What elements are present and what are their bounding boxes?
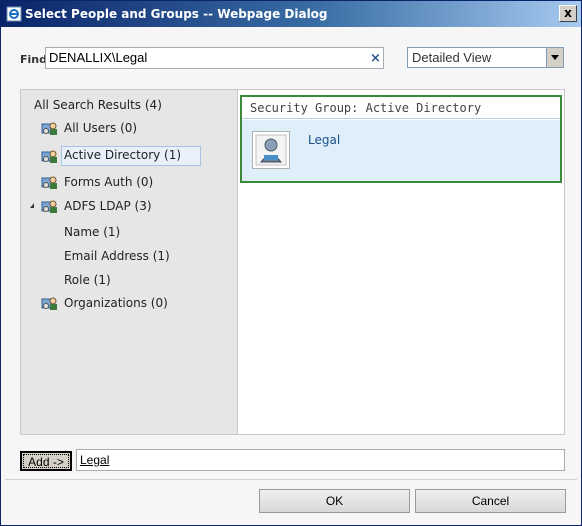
window-title: Select People and Groups -- Webpage Dial… (25, 7, 328, 21)
find-label: Find (20, 53, 47, 66)
tree-root-all-results[interactable]: All Search Results (4) (34, 98, 162, 112)
tree-subitem-role[interactable]: Role (1) (64, 273, 111, 287)
directory-icon (41, 200, 57, 213)
divider (5, 479, 577, 480)
ok-button[interactable]: OK (259, 489, 410, 513)
results-pane: Security Group: Active Directory Legal (237, 89, 565, 435)
title-bar[interactable]: Select People and Groups -- Webpage Dial… (1, 1, 581, 27)
find-input[interactable]: DENALLIX\Legal (45, 47, 384, 69)
directory-icon (41, 297, 57, 310)
source-tree: All Search Results (4) All Users (0) Act… (20, 89, 238, 435)
ie-page-icon (6, 6, 22, 22)
tree-item-all-users[interactable]: All Users (0) (64, 121, 137, 135)
add-button-label: Add -> (23, 454, 69, 469)
find-input-value: DENALLIX\Legal (49, 50, 148, 65)
chevron-down-icon[interactable] (546, 48, 563, 67)
result-group: Security Group: Active Directory Legal (240, 95, 562, 183)
selected-entities-field[interactable]: Legal (76, 449, 565, 471)
tree-item-forms-auth[interactable]: Forms Auth (0) (64, 175, 153, 189)
tree-item-adfs-ldap[interactable]: ADFS LDAP (3) (64, 199, 152, 213)
close-icon: x (564, 6, 572, 20)
selected-entity[interactable]: Legal (80, 453, 109, 467)
close-button[interactable]: x (559, 5, 577, 22)
group-header: Security Group: Active Directory (242, 97, 560, 119)
directory-icon (41, 150, 57, 163)
result-name-link[interactable]: Legal (308, 133, 340, 147)
cancel-button[interactable]: Cancel (415, 489, 566, 513)
clear-search-icon[interactable]: × (370, 51, 381, 66)
expand-arrow-icon[interactable] (30, 203, 34, 208)
dialog-window: Select People and Groups -- Webpage Dial… (0, 0, 582, 526)
view-select[interactable]: Detailed View (407, 47, 564, 68)
tree-subitem-email-address[interactable]: Email Address (1) (64, 249, 170, 263)
view-select-value: Detailed View (412, 50, 492, 65)
user-group-icon (252, 131, 290, 169)
add-button[interactable]: Add -> (20, 451, 72, 471)
tree-item-organizations[interactable]: Organizations (0) (64, 296, 168, 310)
result-row[interactable]: Legal (242, 120, 560, 181)
tree-item-active-directory[interactable]: Active Directory (1) (64, 148, 181, 162)
tree-subitem-name[interactable]: Name (1) (64, 225, 120, 239)
directory-icon (41, 122, 57, 135)
directory-icon (41, 176, 57, 189)
